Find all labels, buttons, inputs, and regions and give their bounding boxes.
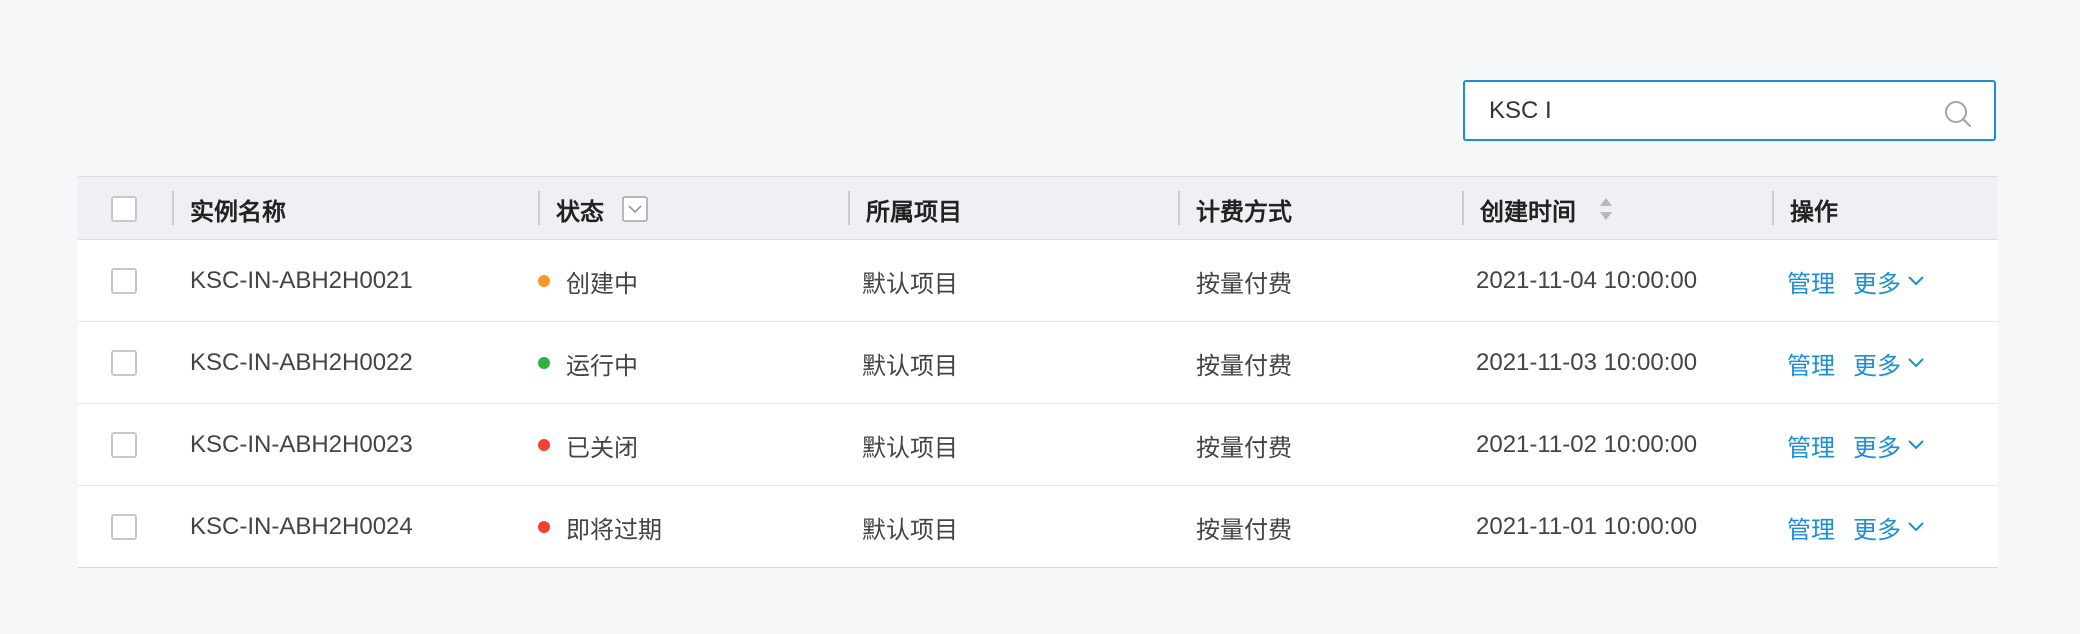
billing-cell: 按量付费	[1196, 270, 1292, 298]
status-label: 创建中	[566, 270, 638, 298]
header-billing: 计费方式	[1196, 198, 1292, 226]
status-cell: 即将过期	[538, 486, 662, 568]
chevron-down-icon	[1908, 276, 1924, 286]
actions-cell: 管理 更多	[1787, 404, 1925, 486]
status-label: 运行中	[566, 352, 638, 380]
filter-dropdown-icon[interactable]	[622, 196, 648, 222]
more-dropdown[interactable]: 更多	[1853, 346, 1925, 381]
column-divider[interactable]	[1462, 191, 1464, 225]
column-divider[interactable]	[172, 191, 174, 225]
status-label: 即将过期	[566, 516, 662, 544]
created-time-cell: 2021-11-03 10:00:00	[1476, 349, 1698, 376]
status-dot	[538, 275, 550, 287]
row-select-cell	[111, 486, 137, 568]
column-divider[interactable]	[1178, 191, 1180, 225]
header-project: 所属项目	[866, 198, 962, 226]
status-label: 已关闭	[566, 434, 638, 462]
table-row: KSC-IN-ABH2H0022 运行中 默认项目 按量付费 2021-11-0…	[78, 322, 1998, 404]
project-cell: 默认项目	[862, 516, 958, 544]
table-row: KSC-IN-ABH2H0023 已关闭 默认项目 按量付费 2021-11-0…	[78, 404, 1998, 486]
project-cell: 默认项目	[862, 352, 958, 380]
search-input[interactable]	[1489, 82, 1929, 139]
search-box[interactable]	[1463, 80, 1996, 141]
manage-link[interactable]: 管理	[1787, 428, 1835, 463]
more-dropdown[interactable]: 更多	[1853, 264, 1925, 299]
created-time-cell: 2021-11-04 10:00:00	[1476, 267, 1698, 294]
instance-name: KSC-IN-ABH2H0024	[190, 513, 413, 540]
sort-icon[interactable]	[1598, 195, 1614, 223]
row-select-cell	[111, 404, 137, 486]
row-checkbox[interactable]	[111, 350, 137, 376]
manage-link[interactable]: 管理	[1787, 264, 1835, 299]
header-created-label: 创建时间	[1480, 198, 1576, 226]
more-dropdown[interactable]: 更多	[1853, 510, 1925, 545]
status-dot	[538, 357, 550, 369]
manage-link[interactable]: 管理	[1787, 346, 1835, 381]
project-cell: 默认项目	[862, 270, 958, 298]
instance-table: 实例名称 状态 所属项目 计费方式 创建时间 操作 KSC-IN-ABH2H00…	[78, 176, 1998, 568]
actions-cell: 管理 更多	[1787, 240, 1925, 322]
header-actions: 操作	[1790, 198, 1838, 226]
row-checkbox[interactable]	[111, 514, 137, 540]
header-status-label: 状态	[556, 198, 604, 226]
billing-cell: 按量付费	[1196, 352, 1292, 380]
status-cell: 已关闭	[538, 404, 638, 486]
table-body: KSC-IN-ABH2H0021 创建中 默认项目 按量付费 2021-11-0…	[78, 240, 1998, 568]
billing-cell: 按量付费	[1196, 516, 1292, 544]
column-divider[interactable]	[538, 191, 540, 225]
table-row: KSC-IN-ABH2H0024 即将过期 默认项目 按量付费 2021-11-…	[78, 486, 1998, 568]
chevron-down-icon	[1908, 440, 1924, 450]
header-created-time[interactable]: 创建时间	[1480, 177, 1614, 241]
column-divider[interactable]	[848, 191, 850, 225]
table-header: 实例名称 状态 所属项目 计费方式 创建时间 操作	[78, 176, 1998, 240]
table-row: KSC-IN-ABH2H0021 创建中 默认项目 按量付费 2021-11-0…	[78, 240, 1998, 322]
header-select-all[interactable]	[111, 177, 137, 241]
row-checkbox[interactable]	[111, 432, 137, 458]
project-cell: 默认项目	[862, 434, 958, 462]
instance-name: KSC-IN-ABH2H0022	[190, 349, 413, 376]
actions-cell: 管理 更多	[1787, 322, 1925, 404]
status-cell: 创建中	[538, 240, 638, 322]
header-instance-name: 实例名称	[190, 198, 286, 226]
status-dot	[538, 439, 550, 451]
actions-cell: 管理 更多	[1787, 486, 1925, 568]
status-cell: 运行中	[538, 322, 638, 404]
column-divider[interactable]	[1772, 191, 1774, 225]
chevron-down-icon	[1908, 522, 1924, 532]
chevron-down-icon	[1908, 358, 1924, 368]
more-label: 更多	[1853, 352, 1901, 380]
more-dropdown[interactable]: 更多	[1853, 428, 1925, 463]
created-time-cell: 2021-11-01 10:00:00	[1476, 513, 1698, 540]
instance-name: KSC-IN-ABH2H0021	[190, 267, 413, 294]
instance-name: KSC-IN-ABH2H0023	[190, 431, 413, 458]
search-icon[interactable]	[1944, 100, 1972, 128]
billing-cell: 按量付费	[1196, 434, 1292, 462]
created-time-cell: 2021-11-02 10:00:00	[1476, 431, 1698, 458]
more-label: 更多	[1853, 434, 1901, 462]
row-checkbox[interactable]	[111, 268, 137, 294]
more-label: 更多	[1853, 270, 1901, 298]
status-dot	[538, 521, 550, 533]
more-label: 更多	[1853, 516, 1901, 544]
row-select-cell	[111, 240, 137, 322]
row-select-cell	[111, 322, 137, 404]
header-status: 状态	[556, 177, 648, 241]
manage-link[interactable]: 管理	[1787, 510, 1835, 545]
select-all-checkbox[interactable]	[111, 196, 137, 222]
